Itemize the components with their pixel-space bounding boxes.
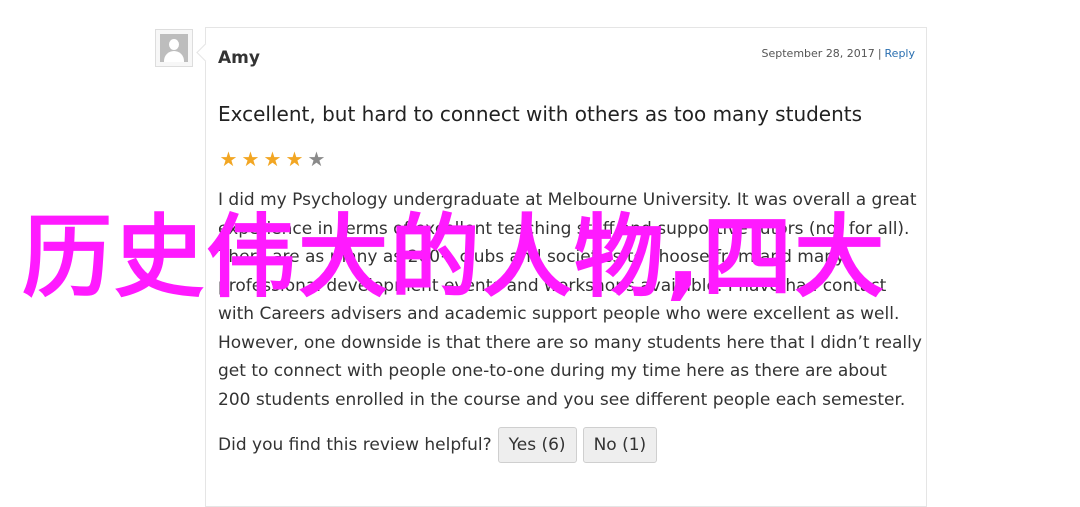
- meta-separator: |: [877, 47, 882, 60]
- reply-link[interactable]: Reply: [885, 47, 915, 60]
- review-date: September 28, 2017: [761, 47, 875, 60]
- avatar: [155, 29, 193, 67]
- watermark-text: 历史伟大的人物,四大: [22, 205, 887, 310]
- star-filled-icon: ★: [285, 147, 304, 171]
- review-author: Amy: [218, 48, 260, 68]
- star-empty-icon: ★: [307, 147, 326, 171]
- star-rating: ★ ★ ★ ★ ★: [218, 148, 328, 170]
- review-meta: September 28, 2017 | Reply: [762, 47, 915, 60]
- star-filled-icon: ★: [263, 147, 282, 171]
- review-title: Excellent, but hard to connect with othe…: [218, 102, 863, 126]
- star-filled-icon: ★: [241, 147, 260, 171]
- star-filled-icon: ★: [219, 147, 238, 171]
- helpful-question: Did you find this review helpful?: [218, 435, 492, 455]
- helpful-no-button[interactable]: No (1): [582, 427, 658, 463]
- helpful-yes-button[interactable]: Yes (6): [497, 427, 577, 463]
- user-icon: [160, 34, 188, 62]
- helpful-prompt: Did you find this review helpful? Yes (6…: [218, 427, 661, 463]
